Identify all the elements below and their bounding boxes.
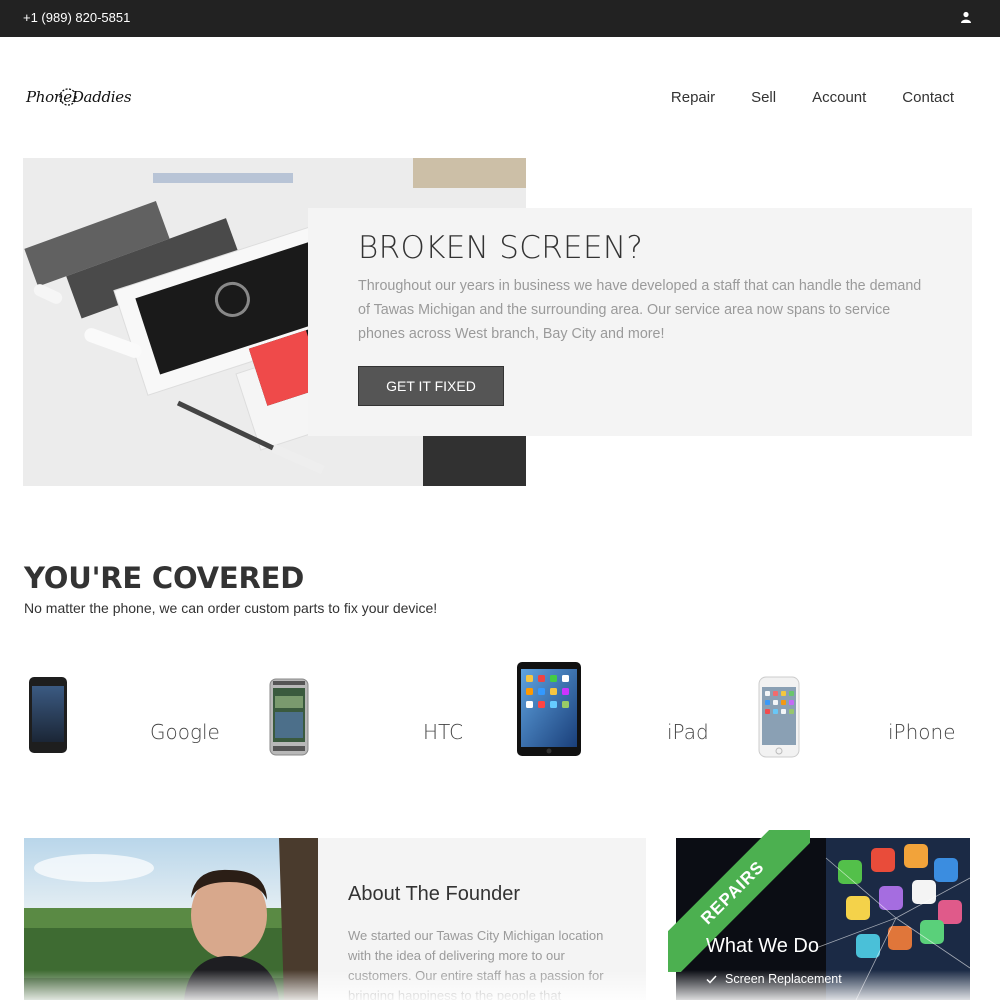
iphone-icon[interactable] [758,676,800,758]
logo-flourish-icon [59,88,77,106]
main-nav: Repair Sell Account Contact [671,89,954,106]
top-bar: +1 (989) 820-5851 [0,0,1000,37]
brand-iphone[interactable]: iPhone [888,720,956,744]
brand-ipad[interactable]: iPad [667,720,709,744]
founder-title: About The Founder [348,883,520,905]
user-icon[interactable] [960,11,972,23]
founder-body: We started our Tawas City Michigan locat… [348,928,604,1000]
logo-text: PhoneDaddies [26,88,132,106]
nav-sell[interactable]: Sell [751,89,776,106]
repairs-item-label: Screen Replacement [725,972,842,986]
hero-card: BROKEN SCREEN? Throughout our years in b… [308,208,972,436]
repairs-list-item: Screen Replacement [706,972,842,986]
htc-phone-icon[interactable] [269,678,309,756]
phone-number[interactable]: +1 (989) 820-5851 [23,10,130,25]
nav-contact[interactable]: Contact [902,89,954,106]
google-pixel-icon[interactable] [28,676,68,754]
get-it-fixed-button[interactable]: GET IT FIXED [358,366,504,406]
check-icon [706,974,717,984]
logo[interactable]: PhoneDaddies [26,80,132,116]
hero-title: BROKEN SCREEN? [358,230,644,266]
nav-account[interactable]: Account [812,89,866,106]
brand-htc[interactable]: HTC [423,720,463,744]
covered-subtitle: No matter the phone, we can order custom… [24,600,438,616]
ipad-icon[interactable] [516,661,582,757]
brand-google[interactable]: Google [150,720,220,744]
founder-card: About The Founder We started our Tawas C… [318,838,646,1000]
covered-title: YOU'RE COVERED [24,561,305,595]
founder-photo [24,838,318,1000]
hero-body: Throughout our years in business we have… [358,278,922,342]
nav-repair[interactable]: Repair [671,89,715,106]
repairs-title: What We Do [706,935,819,957]
